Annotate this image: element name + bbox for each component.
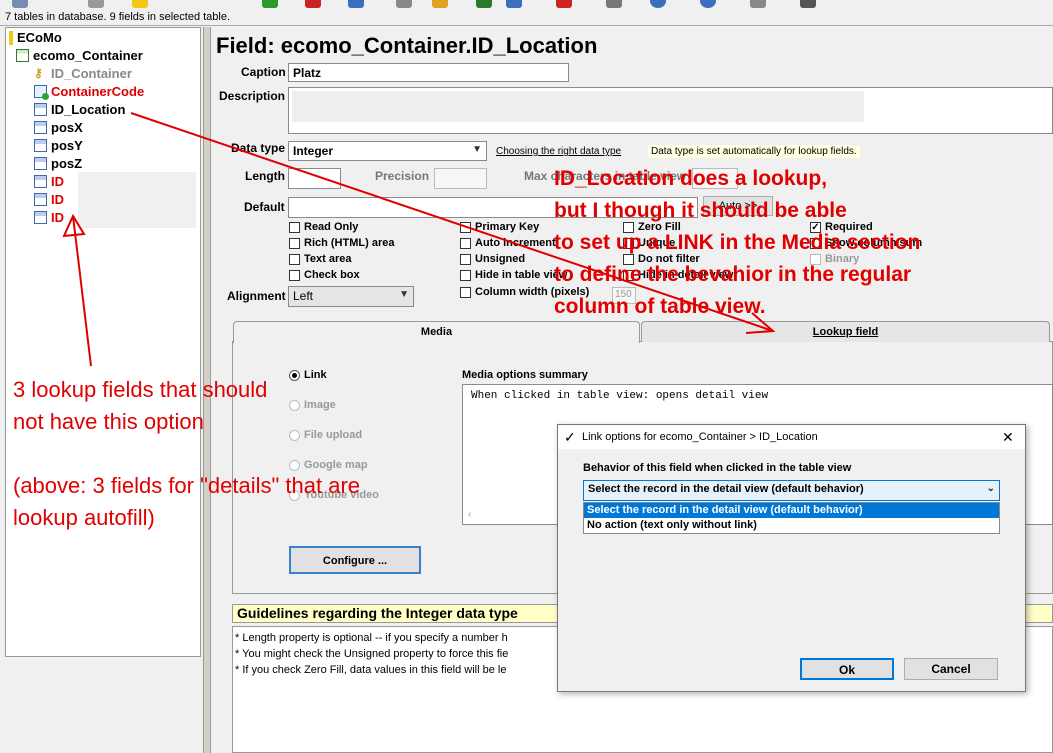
arrow-line	[72, 215, 92, 367]
arrow-line	[130, 112, 774, 332]
arrow-to-tree-fields	[62, 213, 92, 367]
annotation-arrows	[62, 112, 776, 367]
arrow-to-lookup-tab	[130, 112, 776, 334]
